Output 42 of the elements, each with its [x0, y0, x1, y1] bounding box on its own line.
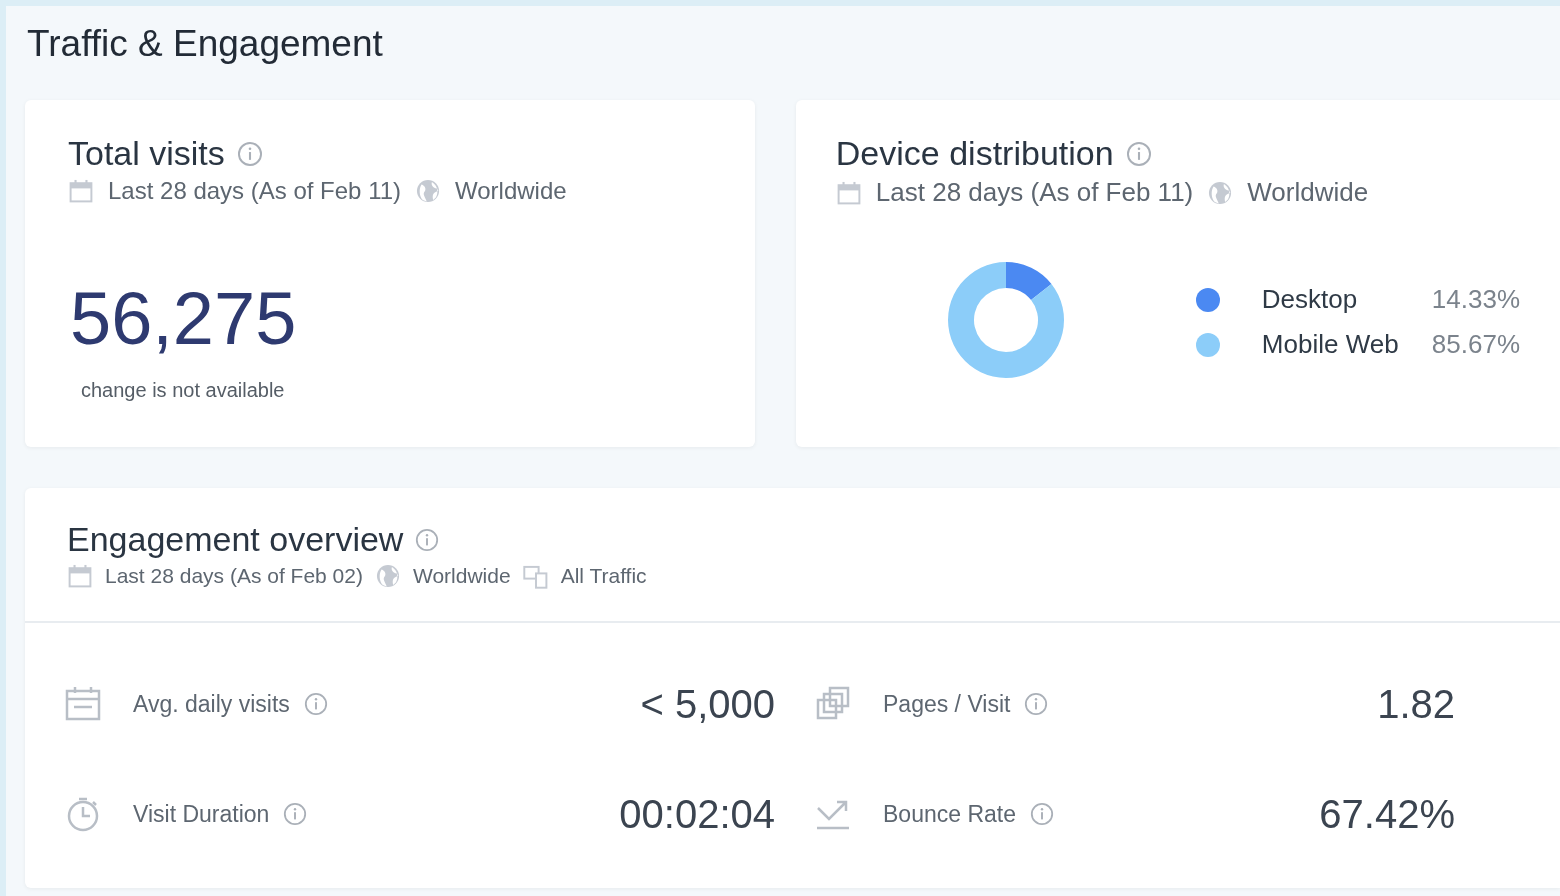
metric-label: Bounce Rate: [883, 800, 1016, 828]
date-range: Last 28 days (As of Feb 11): [108, 177, 402, 205]
globe-icon: [1207, 179, 1234, 206]
info-icon[interactable]: [1024, 692, 1049, 716]
pages-icon: [815, 686, 851, 722]
info-icon[interactable]: [236, 140, 263, 167]
section-title: Traffic & Engagement: [27, 24, 384, 64]
total-visits-value: 56,275: [70, 279, 298, 359]
legend-label: Desktop: [1261, 284, 1359, 315]
legend-value: 85.67%: [1431, 329, 1520, 360]
traffic-label: All Traffic: [560, 564, 647, 588]
calendar-icon: [835, 179, 862, 206]
change-note: change is not available: [81, 379, 286, 402]
metric-label: Avg. daily visits: [133, 690, 290, 718]
metric-value: 67.42%: [1319, 791, 1455, 837]
legend-label: Mobile Web: [1261, 329, 1400, 360]
region-label: Worldwide: [1247, 177, 1369, 208]
calendar-icon: [65, 686, 101, 722]
info-icon[interactable]: [283, 802, 308, 826]
metric-value: < 5,000: [640, 681, 775, 727]
region-label: Worldwide: [412, 564, 511, 588]
card-title: Engagement overview: [67, 520, 404, 559]
metric-label: Visit Duration: [133, 800, 270, 828]
region-label: Worldwide: [455, 177, 567, 205]
card-title: Total visits: [68, 134, 225, 173]
globe-icon: [374, 563, 401, 589]
info-icon[interactable]: [1125, 140, 1152, 167]
info-icon[interactable]: [1030, 802, 1054, 826]
calendar-icon: [68, 178, 94, 204]
stopwatch-icon: [65, 796, 101, 832]
calendar-icon: [67, 563, 93, 589]
metric-value: 00:02:04: [619, 791, 775, 837]
devices-icon: [522, 563, 549, 589]
date-range: Last 28 days (As of Feb 02): [105, 564, 363, 588]
metric-value: 1.82: [1377, 681, 1455, 727]
legend-value: 14.33%: [1431, 284, 1520, 315]
globe-icon: [415, 178, 442, 204]
info-icon[interactable]: [303, 692, 328, 716]
card-title: Device distribution: [835, 134, 1114, 173]
info-icon[interactable]: [415, 527, 440, 552]
date-range: Last 28 days (As of Feb 11): [875, 177, 1194, 208]
metric-label: Pages / Visit: [883, 690, 1011, 718]
